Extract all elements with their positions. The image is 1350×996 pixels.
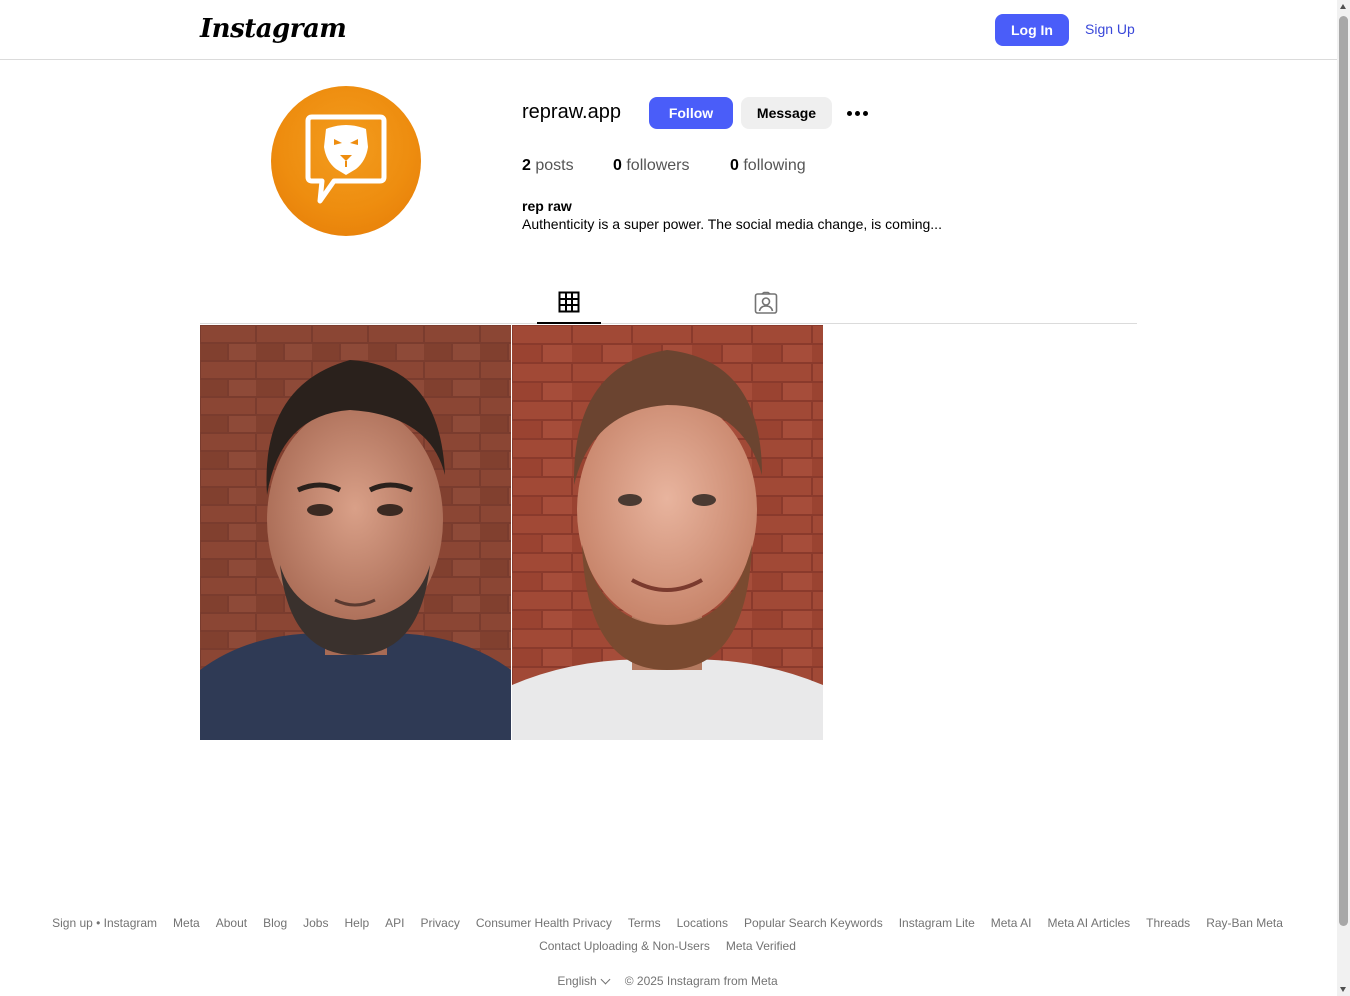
follow-button[interactable]: Follow: [649, 97, 733, 129]
footer-links-secondary: Contact Uploading & Non-Users Meta Verif…: [0, 939, 1335, 953]
footer-link[interactable]: Consumer Health Privacy: [476, 916, 612, 930]
post-thumbnail[interactable]: [512, 325, 823, 740]
lion-chat-bubble-icon: [305, 114, 387, 204]
profile-bio: Authenticity is a super power. The socia…: [522, 216, 942, 232]
footer-link[interactable]: Threads: [1146, 916, 1190, 930]
instagram-logo[interactable]: Instagram: [200, 14, 347, 44]
footer-links: Sign up • Instagram Meta About Blog Jobs…: [0, 916, 1335, 930]
footer-link[interactable]: Help: [344, 916, 369, 930]
footer-link[interactable]: Meta Verified: [726, 939, 796, 953]
footer-link[interactable]: Terms: [628, 916, 661, 930]
stat-followers-label: followers: [626, 157, 690, 174]
footer-link[interactable]: Meta AI Articles: [1047, 916, 1130, 930]
grid-icon: [558, 291, 580, 313]
stat-followers[interactable]: 0 followers: [613, 157, 690, 175]
chevron-down-icon: [600, 974, 611, 984]
post-thumbnail[interactable]: [200, 325, 511, 740]
more-dots-icon: [854, 110, 860, 116]
footer-link[interactable]: Privacy: [421, 916, 460, 930]
footer-link[interactable]: Instagram Lite: [899, 916, 975, 930]
stat-posts: 2 posts: [522, 157, 574, 175]
post-photo: [200, 325, 511, 740]
tab-tagged[interactable]: [734, 285, 798, 323]
more-dots-icon: [862, 110, 868, 116]
scroll-up-arrow-icon[interactable]: [1340, 4, 1346, 9]
footer-link[interactable]: Sign up • Instagram: [52, 916, 157, 930]
stat-following-label: following: [743, 157, 806, 174]
scrollbar-thumb[interactable]: [1339, 16, 1348, 926]
footer-link[interactable]: Jobs: [303, 916, 328, 930]
footer-link[interactable]: Meta: [173, 916, 200, 930]
footer-link[interactable]: Popular Search Keywords: [744, 916, 883, 930]
scroll-down-arrow-icon[interactable]: [1340, 987, 1346, 992]
signup-link[interactable]: Sign Up: [1085, 21, 1135, 37]
tabs-divider: [200, 323, 1137, 324]
footer-link[interactable]: API: [385, 916, 404, 930]
stat-following[interactable]: 0 following: [730, 157, 806, 175]
tagged-icon: [754, 291, 778, 314]
footer-bottom: English © 2025 Instagram from Meta: [0, 974, 1335, 988]
footer-link[interactable]: Meta AI: [991, 916, 1032, 930]
stat-posts-count: 2: [522, 157, 531, 174]
more-dots-icon: [846, 110, 852, 116]
footer-link[interactable]: About: [216, 916, 247, 930]
footer-link[interactable]: Locations: [677, 916, 728, 930]
stat-posts-label: posts: [535, 157, 574, 174]
copyright-text: © 2025 Instagram from Meta: [624, 974, 778, 988]
language-label: English: [557, 974, 597, 988]
more-options-button[interactable]: [843, 103, 871, 123]
tab-posts[interactable]: [537, 285, 601, 324]
stat-following-count: 0: [730, 157, 739, 174]
footer-link[interactable]: Contact Uploading & Non-Users: [539, 939, 710, 953]
post-photo: [512, 325, 823, 740]
top-navbar: Instagram Log In Sign Up: [0, 0, 1337, 60]
profile-full-name: rep raw: [522, 198, 572, 214]
profile-username: repraw.app: [522, 101, 621, 123]
language-selector[interactable]: English: [557, 974, 611, 988]
page-scrollbar[interactable]: [1337, 0, 1350, 996]
login-button[interactable]: Log In: [995, 14, 1069, 46]
footer-link[interactable]: Ray-Ban Meta: [1206, 916, 1283, 930]
stat-followers-count: 0: [613, 157, 622, 174]
message-button[interactable]: Message: [741, 97, 832, 129]
profile-avatar[interactable]: [271, 86, 421, 236]
footer-link[interactable]: Blog: [263, 916, 287, 930]
